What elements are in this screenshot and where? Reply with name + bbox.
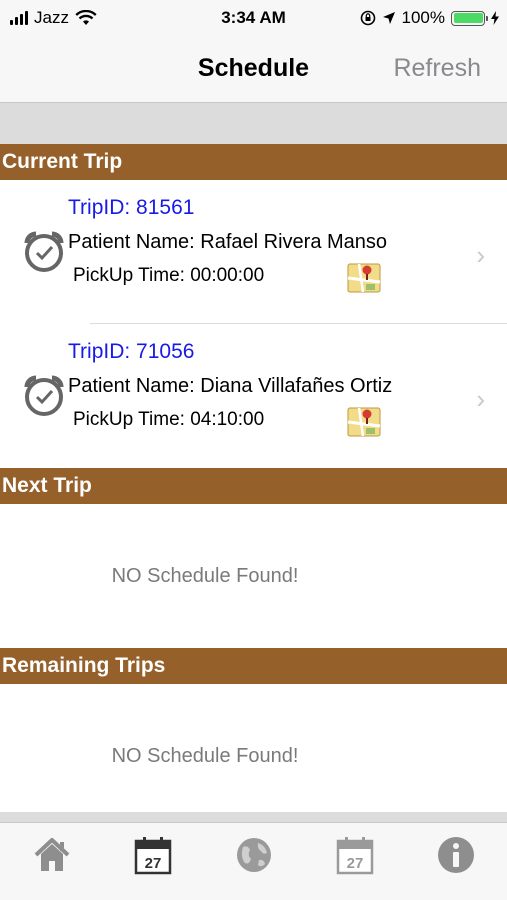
status-right: 100% [360, 8, 499, 28]
info-icon [438, 837, 474, 873]
calendar-icon: 27 [336, 837, 374, 875]
status-bar: Jazz 3:34 AM 100% [0, 0, 507, 38]
map-icon[interactable] [347, 404, 381, 438]
section-header-current-trip: Current Trip [0, 144, 507, 180]
bottom-spacer [0, 812, 507, 822]
location-icon [382, 12, 395, 24]
tab-bar: 27 27 [0, 822, 507, 900]
tab-calendar[interactable]: 27 [333, 833, 377, 877]
charging-icon [491, 11, 499, 25]
trip-row[interactable]: TripID: 71056 Patient Name: Diana Villaf… [0, 324, 507, 467]
home-icon [34, 838, 70, 871]
alarm-clock-icon [24, 231, 64, 272]
calendar-icon: 27 [134, 837, 172, 875]
pickup-time: PickUp Time: 00:00:00 [73, 265, 265, 286]
pickup-time: PickUp Time: 04:10:00 [73, 409, 265, 430]
svg-text:27: 27 [145, 855, 162, 872]
tab-map[interactable] [232, 833, 276, 877]
chevron-right-icon: › [476, 240, 485, 270]
empty-message: NO Schedule Found! [111, 745, 299, 767]
refresh-button[interactable]: Refresh [393, 54, 481, 83]
tab-info[interactable] [434, 833, 478, 877]
svg-text:27: 27 [347, 855, 364, 872]
tab-schedule[interactable]: 27 [131, 833, 175, 877]
section-header-next-trip: Next Trip [0, 468, 507, 504]
trip-row[interactable]: TripID: 81561 Patient Name: Rafael River… [0, 180, 507, 323]
navigation-bar: Schedule Refresh [0, 38, 507, 103]
patient-name: Patient Name: Diana Villafañes Ortiz [68, 375, 393, 397]
remaining-trips-empty: NO Schedule Found! [0, 684, 507, 812]
map-icon[interactable] [347, 260, 381, 294]
chevron-right-icon: › [476, 384, 485, 414]
battery-icon [451, 10, 488, 26]
patient-name: Patient Name: Rafael Rivera Manso [68, 231, 388, 253]
trip-id: TripID: 71056 [68, 340, 195, 363]
globe-icon [237, 838, 271, 872]
tab-home[interactable] [30, 833, 74, 877]
trip-id: TripID: 81561 [68, 196, 195, 219]
empty-message: NO Schedule Found! [111, 565, 299, 587]
alarm-clock-icon [24, 375, 64, 416]
next-trip-empty: NO Schedule Found! [0, 504, 507, 648]
top-spacer [0, 103, 507, 144]
section-header-remaining-trips: Remaining Trips [0, 648, 507, 684]
orientation-lock-icon [360, 10, 375, 26]
battery-percent: 100% [401, 8, 445, 27]
